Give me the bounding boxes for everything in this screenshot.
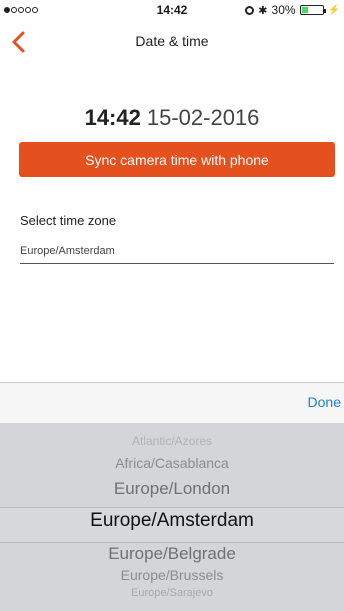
navigation-bar: Date & time xyxy=(0,20,344,64)
current-date: 15-02-2016 xyxy=(146,105,260,130)
status-bar: 14:42 ✱ 30% ⚡ xyxy=(0,0,344,20)
picker-item[interactable]: Europe/Brussels xyxy=(0,567,344,583)
picker-toolbar: Done xyxy=(0,382,344,423)
picker-item[interactable]: Africa/Casablanca xyxy=(0,455,344,471)
sync-time-button[interactable]: Sync camera time with phone xyxy=(19,142,335,177)
timezone-picker[interactable]: Atlantic/Azores Africa/Casablanca Europe… xyxy=(0,423,344,611)
timezone-field[interactable] xyxy=(20,238,334,264)
picker-item[interactable]: Europe/Belgrade xyxy=(0,544,344,564)
status-indicators: ✱ 30% ⚡ xyxy=(245,3,340,17)
alarm-icon xyxy=(245,5,255,15)
current-time: 14:42 xyxy=(84,105,141,130)
done-button[interactable]: Done xyxy=(308,394,341,410)
charging-icon: ⚡ xyxy=(327,4,340,16)
picker-item-selected[interactable]: Europe/Amsterdam xyxy=(0,510,344,532)
current-datetime: 14:42 15-02-2016 xyxy=(0,105,344,131)
battery-percent: 30% xyxy=(271,3,296,17)
bluetooth-icon: ✱ xyxy=(258,4,268,17)
picker-item[interactable]: Europe/Sarajevo xyxy=(0,587,344,599)
page-title: Date & time xyxy=(135,33,209,49)
battery-icon xyxy=(299,5,326,15)
timezone-label: Select time zone xyxy=(20,213,117,228)
picker-item[interactable]: Atlantic/Azores xyxy=(0,434,344,448)
picker-item[interactable]: Europe/London xyxy=(0,479,344,499)
